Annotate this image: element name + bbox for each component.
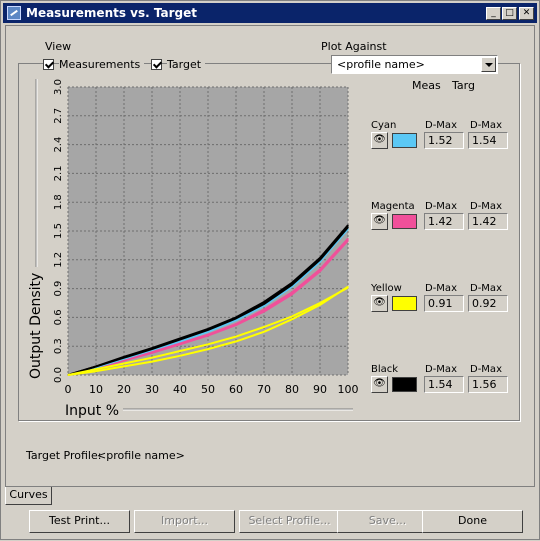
yellow-meas-dmax-value: 0.91	[424, 295, 464, 312]
black-targ-dmax-value: 1.56	[468, 376, 508, 393]
magenta-color-swatch[interactable]	[392, 214, 417, 229]
maximize-button[interactable]: □	[502, 7, 517, 20]
window-title: Measurements vs. Target	[26, 6, 197, 20]
eye-icon: 👁	[373, 134, 386, 145]
cyan-meas-dmax-value: 1.52	[424, 132, 464, 149]
cyan-visibility-toggle[interactable]: 👁	[371, 132, 388, 149]
black-targ-dmax-label: D-Max	[470, 364, 502, 375]
magenta-meas-dmax-value: 1.42	[424, 213, 464, 230]
black-color-swatch[interactable]	[392, 377, 417, 392]
tab-curves[interactable]: Curves	[5, 487, 52, 505]
chevron-down-icon[interactable]	[481, 57, 496, 72]
yellow-meas-dmax-label: D-Max	[425, 283, 457, 294]
cyan-color-swatch[interactable]	[392, 133, 417, 148]
close-button[interactable]: ✕	[519, 7, 534, 20]
plot-against-value: <profile name>	[337, 58, 425, 71]
yellow-targ-dmax-value: 0.92	[468, 295, 508, 312]
target-profile-label: Target Profile:	[26, 449, 102, 462]
yellow-visibility-toggle[interactable]: 👁	[371, 295, 388, 312]
magenta-targ-dmax-value: 1.42	[468, 213, 508, 230]
app-icon	[7, 6, 21, 20]
eye-icon: 👁	[373, 215, 386, 226]
cyan-channel-label: Cyan	[371, 120, 397, 131]
yellow-channel-label: Yellow	[371, 283, 402, 294]
targ-column-header: Targ	[452, 79, 475, 92]
select-profile-button[interactable]: Select Profile...	[239, 510, 340, 533]
magenta-visibility-toggle[interactable]: 👁	[371, 213, 388, 230]
magenta-meas-dmax-label: D-Max	[425, 201, 457, 212]
done-button[interactable]: Done	[422, 510, 523, 533]
view-label: View	[45, 40, 72, 53]
cyan-meas-dmax-label: D-Max	[425, 120, 457, 131]
dialog-window: Measurements vs. Target _ □ ✕ View Plot …	[0, 0, 540, 540]
minimize-button[interactable]: _	[486, 7, 501, 20]
target-checkbox-label: Target	[167, 58, 206, 71]
target-profile-value: <profile name>	[97, 449, 185, 462]
eye-icon: 👁	[373, 378, 386, 389]
measurements-checkbox[interactable]	[43, 59, 54, 70]
black-meas-dmax-label: D-Max	[425, 364, 457, 375]
black-visibility-toggle[interactable]: 👁	[371, 376, 388, 393]
import-button[interactable]: Import...	[134, 510, 235, 533]
measurements-checkbox-label: Measurements	[59, 58, 145, 71]
eye-icon: 👁	[373, 297, 386, 308]
cyan-targ-dmax-value: 1.54	[468, 132, 508, 149]
black-meas-dmax-value: 1.54	[424, 376, 464, 393]
magenta-channel-label: Magenta	[371, 201, 415, 212]
plot-against-label: Plot Against	[321, 40, 387, 53]
title-bar[interactable]: Measurements vs. Target _ □ ✕	[3, 3, 537, 23]
target-checkbox[interactable]	[151, 59, 162, 70]
yellow-color-swatch[interactable]	[392, 296, 417, 311]
plot-against-select[interactable]: <profile name>	[331, 55, 498, 74]
test-print-button[interactable]: Test Print...	[29, 510, 130, 533]
meas-column-header: Meas	[412, 79, 441, 92]
yellow-targ-dmax-label: D-Max	[470, 283, 502, 294]
black-channel-label: Black	[371, 364, 399, 375]
cyan-targ-dmax-label: D-Max	[470, 120, 502, 131]
magenta-targ-dmax-label: D-Max	[470, 201, 502, 212]
